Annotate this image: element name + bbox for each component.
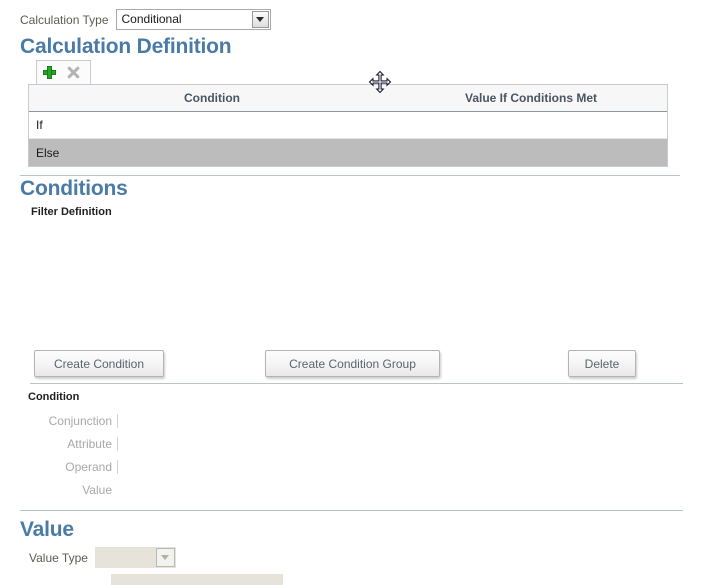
cell-condition: If	[29, 112, 395, 138]
table-row[interactable]: Else	[29, 139, 667, 166]
x-delete-icon	[61, 62, 85, 84]
cell-condition: Else	[29, 139, 395, 166]
field-divider	[117, 414, 118, 428]
calculation-type-select[interactable]: Conditional	[116, 9, 271, 30]
condition-detail-block: Condition Conjunction Attribute Operand …	[28, 391, 328, 501]
value-type-label: Value Type	[29, 551, 88, 565]
calculation-definition-page: Calculation Type Conditional Calculation…	[0, 0, 703, 585]
calculation-definition-heading: Calculation Definition	[20, 35, 231, 59]
detail-row-attribute: Attribute	[28, 432, 118, 455]
value-type-select	[95, 547, 176, 568]
detail-row-operand: Operand	[28, 455, 118, 478]
create-condition-button[interactable]: Create Condition	[34, 350, 164, 377]
chevron-down-icon[interactable]	[252, 11, 269, 28]
calculation-definition-table: Condition Value If Conditions Met If Els…	[28, 84, 668, 167]
value-label: Value	[28, 483, 112, 497]
chevron-down-icon	[156, 548, 175, 567]
detail-row-conjunction: Conjunction	[28, 409, 118, 432]
value-type-row: Value Type	[29, 547, 176, 568]
conjunction-label: Conjunction	[28, 414, 112, 428]
delete-button[interactable]: Delete	[568, 350, 636, 377]
detail-row-value: Value	[28, 478, 118, 501]
column-header-condition[interactable]: Condition	[29, 85, 395, 111]
condition-detail-title: Condition	[28, 391, 328, 403]
table-header-row: Condition Value If Conditions Met	[29, 85, 667, 112]
field-divider	[117, 437, 118, 451]
operand-label: Operand	[28, 460, 112, 474]
attribute-label: Attribute	[28, 437, 112, 451]
value-input	[111, 574, 283, 585]
calculation-type-row: Calculation Type Conditional	[20, 9, 271, 30]
cell-value-if-met	[395, 112, 667, 138]
divider-conditions	[20, 175, 680, 176]
table-toolbar	[36, 60, 91, 84]
plus-icon[interactable]	[37, 62, 61, 84]
field-divider	[117, 460, 118, 474]
table-row[interactable]: If	[29, 112, 667, 139]
column-header-value-if-conditions-met[interactable]: Value If Conditions Met	[395, 85, 667, 111]
conditions-heading: Conditions	[20, 177, 128, 201]
filter-definition-label: Filter Definition	[31, 206, 112, 218]
calculation-type-value: Conditional	[117, 10, 182, 29]
cell-value-if-met	[395, 139, 667, 166]
field-divider	[117, 483, 118, 497]
divider-value	[20, 510, 683, 511]
create-condition-group-button[interactable]: Create Condition Group	[265, 350, 440, 377]
value-heading: Value	[20, 518, 74, 542]
divider-condition-detail	[30, 383, 683, 384]
calculation-type-label: Calculation Type	[20, 13, 109, 27]
